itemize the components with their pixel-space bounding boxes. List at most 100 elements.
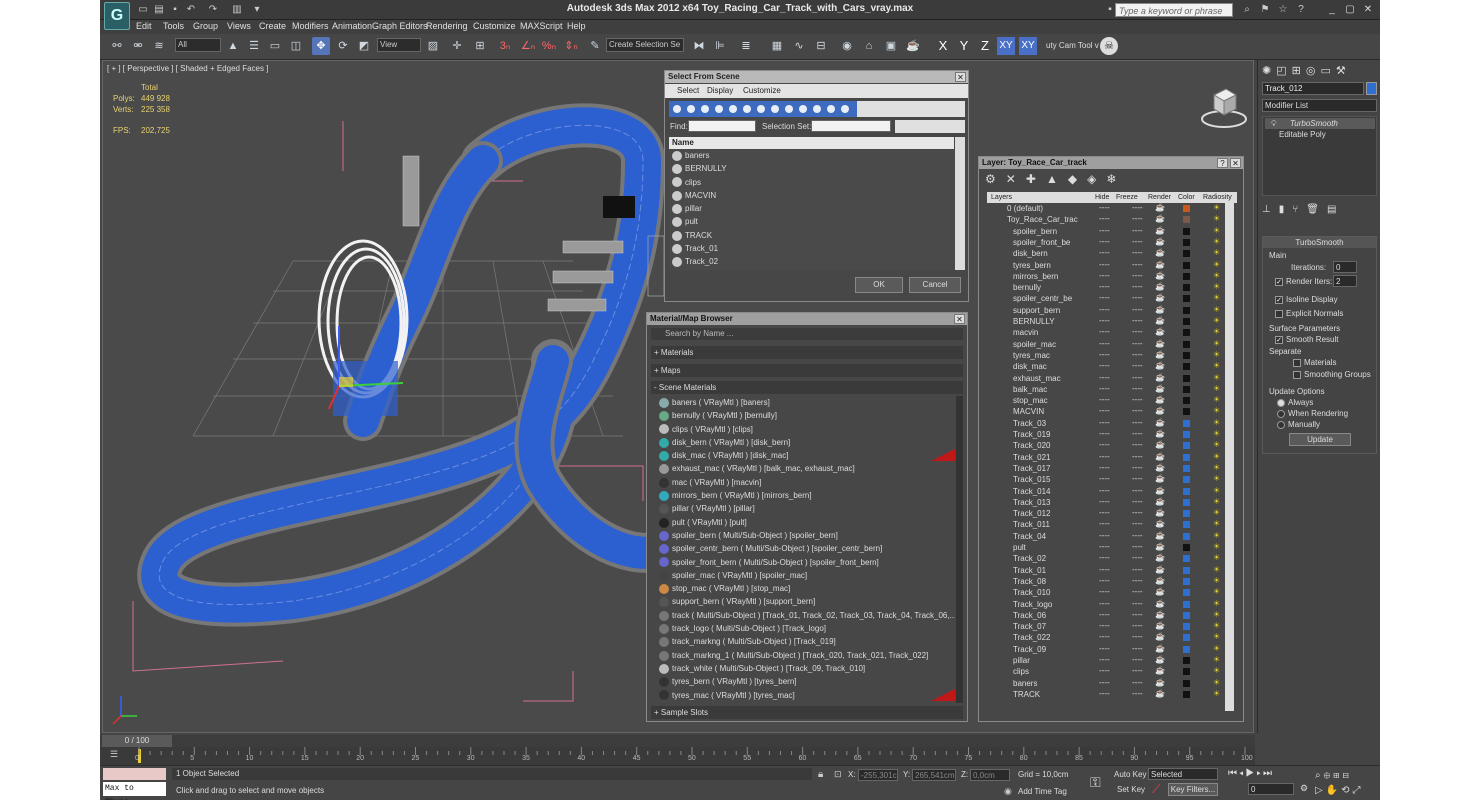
close-button[interactable]: ✕	[1360, 3, 1376, 17]
layer-object-row[interactable]: tyres_mac	[1013, 350, 1050, 361]
section-scene-materials[interactable]: - Scene Materials	[651, 381, 963, 395]
object-freeze-flag[interactable]: ----	[1132, 237, 1143, 246]
project-folder-icon[interactable]: ▥	[230, 3, 244, 16]
list-item[interactable]: spoiler_bern ( Multi/Sub-Object ) [spoil…	[659, 529, 955, 542]
object-color-swatch[interactable]	[1183, 385, 1190, 393]
render-teapot-icon[interactable]: ☕	[1155, 610, 1165, 619]
layer-object-row[interactable]: Track_03	[1013, 418, 1046, 429]
layer-object-row[interactable]: MACVIN	[1013, 406, 1044, 417]
layer-hide-flag[interactable]: ----	[1099, 203, 1110, 212]
object-hide-flag[interactable]: ----	[1099, 531, 1110, 540]
list-item[interactable]: clips	[669, 176, 954, 189]
list-item[interactable]: support_bern ( VRayMtl ) [support_bern]	[659, 595, 955, 608]
object-hide-flag[interactable]: ----	[1099, 293, 1110, 302]
object-hide-flag[interactable]: ----	[1099, 644, 1110, 653]
layer-object-row[interactable]: exhaust_mac	[1013, 373, 1061, 384]
track-bar[interactable]: ☰ 0 5 10 15 20 25 30 35 40 45 50 55 60 65 70 75 80 85 90 95…	[100, 747, 1255, 765]
layer-object-row[interactable]: spoiler_front_be	[1013, 237, 1070, 248]
col-radiosity[interactable]: Radiosity	[1203, 192, 1232, 203]
layer-object-row[interactable]: Track_022	[1013, 632, 1051, 643]
object-hide-flag[interactable]: ----	[1099, 632, 1110, 641]
save-file-icon[interactable]: ▪	[168, 3, 182, 16]
sfs-display-toolbar[interactable]	[857, 101, 965, 117]
percent-snap-icon[interactable]: %ₙ	[540, 37, 558, 55]
layer-object-row[interactable]: BERNULLY	[1013, 316, 1055, 327]
render-teapot-icon[interactable]: ☕	[1155, 361, 1165, 370]
object-color-swatch[interactable]	[1183, 577, 1190, 585]
object-hide-flag[interactable]: ----	[1099, 271, 1110, 280]
sfs-find-input[interactable]	[688, 120, 756, 132]
update-button[interactable]: Update	[1289, 433, 1351, 446]
selection-filter-dropdown[interactable]: All	[175, 38, 221, 52]
col-hide[interactable]: Hide	[1095, 192, 1109, 203]
object-freeze-flag[interactable]: ----	[1132, 429, 1143, 438]
menu-customize[interactable]: Customize	[473, 21, 516, 31]
object-freeze-flag[interactable]: ----	[1132, 440, 1143, 449]
section-sample-slots[interactable]: + Sample Slots	[651, 706, 963, 720]
object-color-swatch[interactable]	[1183, 431, 1190, 438]
render-iters-spinner[interactable]: 2	[1333, 275, 1357, 287]
radiosity-icon[interactable]: ☀	[1213, 384, 1220, 393]
menu-edit[interactable]: Edit	[136, 21, 152, 31]
open-file-icon[interactable]: ▤	[152, 3, 166, 16]
material-browser-close-icon[interactable]: ✕	[954, 314, 965, 324]
list-item[interactable]: spoiler_front_bern ( Multi/Sub-Object ) …	[659, 556, 955, 569]
select-in-layer-icon[interactable]: ▲	[1046, 172, 1058, 186]
radiosity-icon[interactable]: ☀	[1213, 429, 1220, 438]
object-color-swatch[interactable]	[1183, 351, 1190, 359]
render-teapot-icon[interactable]: ☕	[1155, 655, 1165, 664]
object-freeze-flag[interactable]: ----	[1132, 486, 1143, 495]
radiosity-icon[interactable]: ☀	[1213, 666, 1220, 675]
radiosity-icon[interactable]: ☀	[1213, 463, 1220, 472]
object-freeze-flag[interactable]: ----	[1132, 339, 1143, 348]
object-freeze-flag[interactable]: ----	[1132, 565, 1143, 574]
object-freeze-flag[interactable]: ----	[1132, 452, 1143, 461]
select-and-rotate-icon[interactable]: ⟳	[334, 37, 352, 55]
render-teapot-icon[interactable]: ☕	[1155, 327, 1165, 336]
object-color-swatch[interactable]	[1183, 487, 1190, 495]
object-hide-flag[interactable]: ----	[1099, 599, 1110, 608]
modify-tab-icon[interactable]: ◰	[1276, 65, 1291, 77]
list-item[interactable]: mac ( VRayMtl ) [macvin]	[659, 476, 955, 489]
render-teapot-icon[interactable]: ☕	[1155, 632, 1165, 641]
layer-object-row[interactable]: Track_08	[1013, 576, 1046, 587]
object-freeze-flag[interactable]: ----	[1132, 373, 1143, 382]
sfs-menu-customize[interactable]: Customize	[743, 86, 781, 95]
render-teapot-icon[interactable]: ☕	[1155, 689, 1165, 698]
layer-hide-flag[interactable]: ----	[1099, 214, 1110, 223]
redo-icon[interactable]: ↷	[206, 3, 220, 16]
create-layer-icon[interactable]: ⚙	[985, 172, 996, 186]
object-color-swatch[interactable]	[1183, 397, 1190, 405]
object-color-swatch[interactable]	[1183, 510, 1190, 518]
layer-object-row[interactable]: Track_017	[1013, 463, 1051, 474]
render-teapot-icon[interactable]: ☕	[1155, 666, 1165, 675]
maxscript-input[interactable]: Max to Physc.	[103, 782, 166, 800]
auto-key-button[interactable]: Auto Key	[1114, 770, 1146, 779]
freeze-all-icon[interactable]: ❄	[1106, 172, 1116, 186]
list-item[interactable]: track ( Multi/Sub-Object ) [Track_01, Tr…	[659, 609, 955, 622]
viewcube-icon[interactable]	[1200, 83, 1248, 131]
object-freeze-flag[interactable]: ----	[1132, 587, 1143, 596]
object-color-swatch[interactable]	[1183, 623, 1190, 631]
select-by-name-icon[interactable]: ☰	[245, 37, 263, 55]
schematic-view-icon[interactable]: ⊟	[812, 37, 830, 55]
render-teapot-icon[interactable]: ☕	[1155, 565, 1165, 574]
list-item[interactable]: bernully ( VRayMtl ) [bernully]	[659, 409, 955, 422]
object-freeze-flag[interactable]: ----	[1132, 542, 1143, 551]
render-teapot-icon[interactable]: ☕	[1155, 644, 1165, 653]
radiosity-icon[interactable]: ☀	[1213, 644, 1220, 653]
update-manually-radio[interactable]: Manually	[1277, 420, 1320, 429]
object-color-swatch[interactable]	[1183, 544, 1190, 551]
play-icon[interactable]: ▶	[1246, 768, 1257, 779]
named-selection-set-dropdown[interactable]: Create Selection Se	[606, 38, 684, 52]
display-tab-icon[interactable]: ▭	[1320, 65, 1335, 77]
layer-object-row[interactable]: baners	[1013, 678, 1037, 689]
render-teapot-icon[interactable]: ☕	[1155, 350, 1165, 359]
layer-object-row[interactable]: Track_logo	[1013, 599, 1052, 610]
radiosity-icon[interactable]: ☀	[1213, 655, 1220, 664]
maximize-button[interactable]: ▢	[1342, 3, 1358, 17]
list-item[interactable]: MACVIN	[669, 189, 954, 202]
object-freeze-flag[interactable]: ----	[1132, 395, 1143, 404]
render-teapot-icon[interactable]: ☕	[1155, 339, 1165, 348]
highlight-layer-icon[interactable]: ◆	[1068, 172, 1077, 186]
